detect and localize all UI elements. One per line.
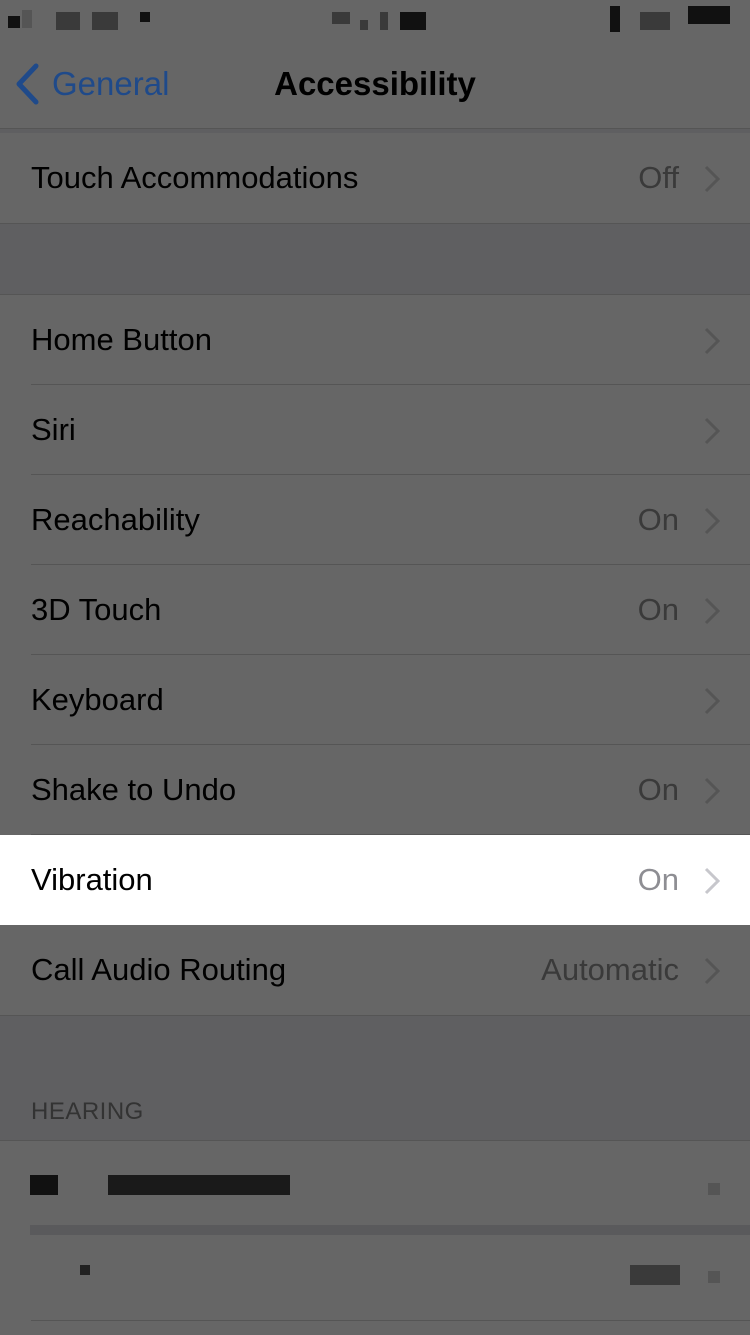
status-pixel [140,12,150,22]
row-call-audio-routing[interactable]: Call Audio Routing Automatic [0,925,750,1015]
row-value: On [637,592,679,627]
chevron-right-icon [704,327,720,355]
status-pixel [56,12,80,30]
chevron-right-icon [704,507,720,535]
row-label: Reachability [31,502,200,537]
row-hearing-2[interactable] [0,1235,750,1321]
row-hearing-1[interactable] [0,1141,750,1227]
status-pixel [92,12,118,30]
row-reachability[interactable]: Reachability On [0,475,750,565]
chevron-right-icon [704,417,720,445]
navigation-bar: General Accessibility [0,40,750,129]
status-pixel [400,12,426,30]
row-separator [30,1225,750,1235]
row-shake-to-undo[interactable]: Shake to Undo On [0,745,750,835]
chevron-right-icon [704,777,720,805]
page-title: Accessibility [274,65,476,102]
row-keyboard[interactable]: Keyboard [0,655,750,745]
status-bar [0,0,750,40]
chevron-right-icon [704,957,720,985]
settings-group-touch: Touch Accommodations Off [0,133,750,224]
row-label: Touch Accommodations [31,160,359,195]
row-touch-accommodations[interactable]: Touch Accommodations Off [0,133,750,223]
redacted-chevron [708,1183,720,1195]
chevron-right-icon [704,687,720,715]
redacted-label [30,1175,58,1195]
row-vibration[interactable]: Vibration On [0,835,750,925]
status-pixel [610,6,620,32]
redacted-label [108,1175,290,1195]
status-pixel [380,12,388,30]
status-pixel [360,20,368,30]
status-pixel [22,10,32,28]
status-pixel [8,16,20,28]
row-value: On [637,772,679,807]
row-separator [31,1320,750,1321]
row-value: On [637,862,679,897]
row-label: Shake to Undo [31,772,237,807]
redacted-chevron [708,1271,720,1283]
row-label: Call Audio Routing [31,952,287,987]
row-label: Home Button [31,322,212,357]
row-value: Automatic [541,952,679,987]
redacted-label [80,1265,90,1275]
row-value: Off [638,160,679,195]
settings-group-hearing [0,1140,750,1335]
chevron-right-icon [704,165,720,193]
row-home-button[interactable]: Home Button [0,295,750,385]
row-value: On [637,502,679,537]
row-label: Siri [31,412,76,447]
chevron-right-icon [704,867,720,895]
row-label: Vibration [31,862,153,897]
section-header-hearing: HEARING [31,1098,144,1125]
status-pixel [688,6,730,24]
row-label: Keyboard [31,682,164,717]
status-pixel [332,12,350,24]
chevron-right-icon [704,597,720,625]
status-pixel [640,12,670,30]
settings-group-interaction: Home Button Siri Reachability On 3D Touc… [0,294,750,1016]
row-3d-touch[interactable]: 3D Touch On [0,565,750,655]
redacted-value [630,1265,680,1285]
row-label: 3D Touch [31,592,162,627]
row-siri[interactable]: Siri [0,385,750,475]
